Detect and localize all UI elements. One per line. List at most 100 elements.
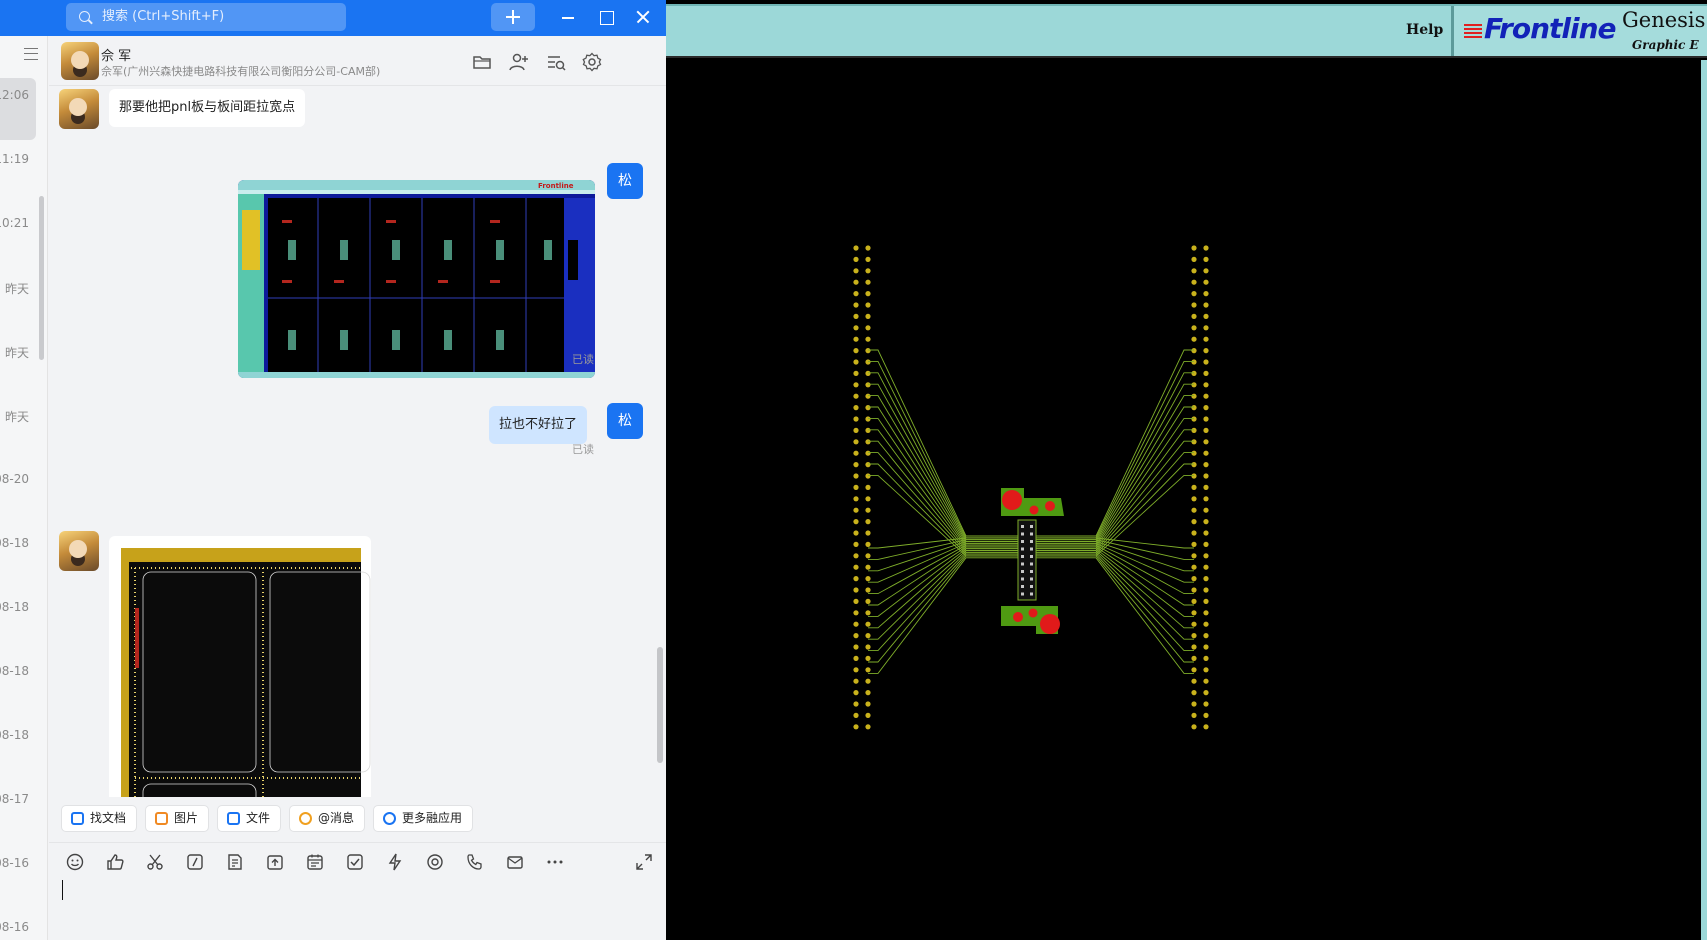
- message-input-caret[interactable]: [62, 880, 63, 900]
- phone-icon[interactable]: [466, 853, 484, 871]
- pcb-pad: [1191, 279, 1197, 285]
- pcb-pad: [1191, 291, 1197, 297]
- task-check-icon[interactable]: [346, 853, 364, 871]
- pcb-pad: [1203, 256, 1209, 262]
- pcb-pad: [865, 484, 871, 490]
- pcb-pad: [865, 370, 871, 376]
- pcb-pad: [1191, 450, 1197, 456]
- find-document-button[interactable]: 找文档: [61, 805, 138, 832]
- slash-command-icon[interactable]: [186, 853, 204, 871]
- pcb-pad: [1203, 610, 1209, 616]
- pcb-pad: [1203, 678, 1209, 684]
- pcb-pad: [853, 359, 859, 365]
- pcb-pad: [853, 576, 859, 582]
- pcb-pad: [1203, 564, 1209, 570]
- contact-name[interactable]: 佘 军: [101, 45, 131, 64]
- note-icon[interactable]: [226, 853, 244, 871]
- message-bubble[interactable]: 那要他把pnl板与板间距拉宽点: [109, 89, 306, 127]
- pcb-pad: [1191, 667, 1197, 673]
- read-status: 已读: [572, 443, 594, 456]
- pcb-pad: [853, 701, 859, 707]
- thumbs-up-icon[interactable]: [106, 853, 124, 871]
- pcb-pad: [865, 701, 871, 707]
- pcb-pad: [1191, 382, 1197, 388]
- pcb-pad: [1191, 564, 1197, 570]
- more-apps-button[interactable]: 更多融应用: [373, 805, 474, 832]
- conversation-time: 12:06: [0, 88, 29, 102]
- maximize-button[interactable]: [591, 3, 621, 31]
- flash-icon[interactable]: [386, 853, 404, 871]
- sender-avatar[interactable]: [59, 531, 99, 571]
- pcb-pad: [1191, 690, 1197, 696]
- pcb-pad: [1203, 462, 1209, 468]
- contact-avatar[interactable]: [61, 42, 99, 80]
- my-avatar[interactable]: 松: [607, 403, 643, 439]
- pcb-pad: [1203, 541, 1209, 547]
- folder-icon[interactable]: [472, 52, 492, 72]
- pcb-pad: [853, 633, 859, 639]
- pcb-pad: [1191, 245, 1197, 251]
- my-avatar[interactable]: 松: [607, 163, 643, 199]
- pcb-pad: [853, 268, 859, 274]
- settings-gear-icon[interactable]: [582, 52, 602, 72]
- pcb-pad: [853, 370, 859, 376]
- pcb-pad: [1191, 610, 1197, 616]
- pcb-pad: [853, 564, 859, 570]
- pcb-pad: [865, 439, 871, 445]
- pcb-pad: [865, 678, 871, 684]
- screen-share-icon[interactable]: [426, 853, 444, 871]
- file-button[interactable]: 文件: [217, 805, 282, 832]
- pcb-pad: [853, 678, 859, 684]
- scissors-icon[interactable]: [146, 853, 164, 871]
- pcb-pad: [865, 507, 871, 513]
- message-scrollbar[interactable]: [657, 647, 663, 763]
- pcb-pad: [853, 724, 859, 730]
- sender-avatar[interactable]: [59, 89, 99, 129]
- calendar-icon[interactable]: [306, 853, 324, 871]
- image-message-panel-screenshot[interactable]: [109, 536, 371, 797]
- pcb-pad: [853, 416, 859, 422]
- search-placeholder: 搜索 (Ctrl+Shift+F): [102, 9, 225, 24]
- pcb-pad: [853, 302, 859, 308]
- pcb-layout-canvas[interactable]: [666, 60, 1701, 940]
- search-icon: [79, 11, 90, 22]
- pcb-pad: [1191, 427, 1197, 433]
- pcb-pad: [1203, 576, 1209, 582]
- image-message-genesis-screenshot[interactable]: Frontline: [238, 180, 595, 378]
- mention-button[interactable]: @消息: [289, 805, 366, 832]
- more-icon[interactable]: [546, 853, 564, 871]
- upload-icon[interactable]: [266, 853, 284, 871]
- search-history-icon[interactable]: [546, 52, 566, 72]
- add-member-icon[interactable]: [509, 52, 529, 72]
- cam-right-panel-edge: [1701, 60, 1707, 940]
- conversation-time: 08-18: [0, 536, 29, 550]
- pcb-pad: [1191, 348, 1197, 354]
- conversation-list-scrollbar[interactable]: [39, 196, 44, 360]
- minimize-button[interactable]: [553, 3, 583, 31]
- document-search-icon: [71, 812, 84, 825]
- emoji-icon[interactable]: [66, 853, 84, 871]
- close-button[interactable]: [628, 3, 658, 31]
- global-search-input[interactable]: 搜索 (Ctrl+Shift+F): [66, 3, 346, 31]
- pcb-pad: [853, 405, 859, 411]
- pcb-pad: [1191, 701, 1197, 707]
- mail-icon[interactable]: [506, 853, 524, 871]
- list-menu-icon[interactable]: [24, 48, 38, 60]
- pcb-pad: [865, 496, 871, 502]
- pcb-pad: [1203, 291, 1209, 297]
- pcb-pad: [865, 450, 871, 456]
- image-button[interactable]: 图片: [145, 805, 210, 832]
- expand-icon[interactable]: [635, 853, 653, 871]
- pcb-pad: [853, 655, 859, 662]
- pcb-pad: [1191, 496, 1197, 502]
- pcb-pad: [865, 256, 871, 262]
- pcb-pad: [865, 268, 871, 274]
- new-chat-button[interactable]: [491, 3, 535, 31]
- pcb-pad: [865, 519, 871, 525]
- pcb-pad: [865, 610, 871, 616]
- pcb-pad: [865, 724, 871, 730]
- pcb-pad: [853, 393, 859, 399]
- pcb-pad: [1203, 553, 1209, 559]
- pcb-pad: [1203, 336, 1209, 342]
- message-bubble[interactable]: 拉也不好拉了: [489, 406, 588, 444]
